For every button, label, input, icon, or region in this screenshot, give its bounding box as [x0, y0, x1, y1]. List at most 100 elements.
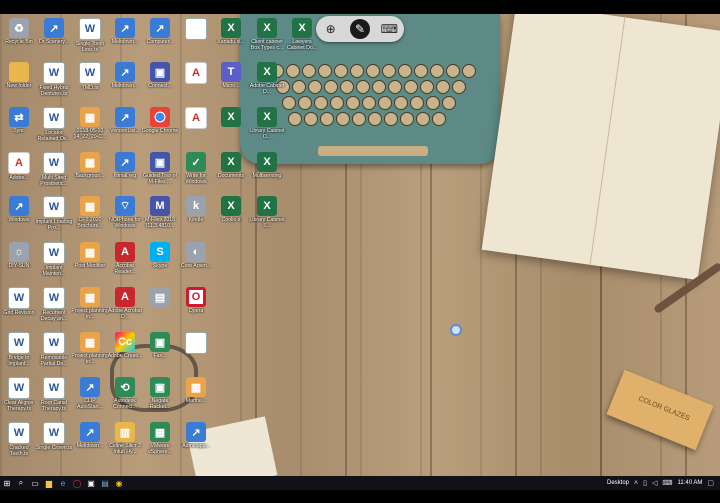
desktop-icon[interactable]: [177, 332, 215, 367]
taskbar-app-icon[interactable]: ▣: [84, 476, 98, 490]
desktop-icon[interactable]: W Root Canal Therapy.ts: [35, 377, 73, 412]
desktop-background[interactable]: COLOR GLAZES ♻ Recycle Bin ↗ Dr Scenery... W…: [0, 14, 720, 476]
desktop-icon[interactable]: A Adobe...: [0, 152, 38, 187]
file-icon: ↗: [150, 18, 170, 38]
desktop-icon[interactable]: Cc Adobe Creati...: [106, 332, 144, 365]
notifications-icon[interactable]: ▢: [707, 479, 714, 487]
language-icon[interactable]: ⌨: [662, 479, 672, 487]
desktop-icon[interactable]: ▦ 2018-05-10 14_22_20-C...: [71, 107, 109, 140]
desktop-icon[interactable]: ▦ Project planning to...: [71, 287, 109, 320]
desktop-icon[interactable]: ↗ Dr Scenery...: [35, 18, 73, 51]
desktop-icon-label: Project planning to...: [71, 308, 109, 320]
desktop-icon[interactable]: W Grid Revision: [0, 287, 38, 322]
desktop-icon[interactable]: W Implant Mainten...: [35, 242, 73, 277]
desktop-toolbar-label[interactable]: Desktop: [607, 480, 629, 486]
desktop-icon[interactable]: S Skype: [141, 242, 179, 275]
desktop-icon[interactable]: ↗ Meltdown...: [106, 62, 144, 95]
desktop-icon[interactable]: X Client cabinet Box Types c...: [248, 18, 286, 51]
desktop-icon[interactable]: ▦ Project planning to...: [71, 332, 109, 365]
desktop-icon[interactable]: A Adobe Acrobat D...: [106, 287, 144, 320]
desktop-icon[interactable]: ↗ CLIP AutoStart...: [71, 377, 109, 410]
volume-icon[interactable]: ◁: [652, 479, 657, 487]
desktop-icon[interactable]: W Locator Retained Ov...: [35, 107, 73, 142]
desktop-icon[interactable]: ↗ Windows: [0, 196, 38, 229]
overflow-chevron-icon[interactable]: ˄: [634, 480, 638, 487]
search-icon[interactable]: ⌕: [14, 476, 28, 490]
desktop-icon[interactable]: ▤: [141, 287, 179, 320]
desktop-icon[interactable]: ⟲ Autodesk Connect...: [106, 377, 144, 410]
desktop-icon-label: Xanadu.xl...: [217, 39, 245, 45]
desktop-icon[interactable]: ▥ Celine Silicr 3 Intuit Hy...: [106, 422, 144, 455]
desktop-icon[interactable]: ▦ Post Modifier: [71, 242, 109, 275]
desktop-icon[interactable]: ✓ Write for Windows: [177, 152, 215, 185]
magnifier-mode-icon[interactable]: ✎: [349, 19, 370, 39]
desktop-icon[interactable]: k Kindle: [177, 196, 215, 229]
desktop-icon[interactable]: ↗ VersionList...: [106, 107, 144, 140]
desktop-icon[interactable]: X Library Cabinet D...: [248, 107, 286, 140]
desktop-icon[interactable]: ↗ Adminapp...: [177, 422, 215, 455]
desktop-icon[interactable]: ▣ Negate Racket...: [141, 377, 179, 410]
desktop-icon[interactable]: W Implant Loading Pro...: [35, 196, 73, 231]
desktop-icon[interactable]: O Opera: [177, 287, 215, 320]
desktop-icon[interactable]: ▦ Backgroun...: [71, 152, 109, 185]
desktop-icon[interactable]: W TMD.ts: [71, 62, 109, 97]
desktop-icon[interactable]: A: [177, 107, 215, 142]
desktop-icon[interactable]: A: [177, 62, 215, 97]
desktop-icon[interactable]: W Clear Aligner Therapy.ts: [0, 377, 38, 412]
zoom-in-icon[interactable]: ⊕: [321, 19, 341, 39]
desktop-icon-label: Cracked Teeth.ts: [9, 445, 29, 457]
desktop-icon[interactable]: X Adobe Cabinet D...: [248, 62, 286, 95]
desktop-icon[interactable]: T Micro...: [212, 62, 250, 95]
edge-icon[interactable]: e: [56, 476, 70, 490]
desktop-icon[interactable]: ◐ Core Arsen...: [177, 242, 215, 275]
desktop-icon[interactable]: M M-Files 2018 (11.3.4810...: [141, 196, 179, 229]
clock[interactable]: 11:40 AM: [677, 480, 702, 486]
desktop-icon[interactable]: ▦ Marthe...: [177, 377, 215, 410]
desktop-icon[interactable]: ♻ Recycle Bin: [0, 18, 38, 51]
desktop-icon[interactable]: ▦ VMware vSphere...: [141, 422, 179, 455]
desktop-icon[interactable]: W Bridge to Implant...: [0, 332, 38, 367]
desktop-icon[interactable]: [177, 18, 215, 53]
file-icon: ▥: [115, 422, 135, 442]
desktop-icon[interactable]: X: [212, 107, 250, 140]
desktop-icon[interactable]: X Library Cabinet S...: [248, 196, 286, 229]
desktop-icon[interactable]: W Single Crown.ts: [35, 422, 73, 457]
desktop-icon[interactable]: ↗ Meltdown...: [106, 18, 144, 51]
desktop-icon[interactable]: A Acrobat Reader...: [106, 242, 144, 275]
desktop-icon[interactable]: ▣ Connect...: [141, 62, 179, 95]
desktop-icon[interactable]: W Cracked Teeth.ts: [0, 422, 38, 457]
desktop-icon[interactable]: X Multisensing: [248, 152, 286, 185]
keyboard-icon[interactable]: ⌨: [379, 19, 399, 39]
file-icon: ✓: [186, 152, 206, 172]
desktop-icon[interactable]: W Removable Partial De...: [35, 332, 73, 367]
network-icon[interactable]: ▯: [643, 479, 647, 487]
desktop-icon[interactable]: ⇄ Sync: [0, 107, 38, 140]
file-icon: Cc: [115, 332, 135, 352]
desktop-icon[interactable]: ▣ Fax...: [141, 332, 179, 365]
desktop-icon[interactable]: W Recurrent Decay an...: [35, 287, 73, 322]
desktop-icon[interactable]: X Xanadu.xl...: [212, 18, 250, 51]
desktop-icon[interactable]: X Lawyers Cabinet Do...: [283, 18, 321, 51]
desktop-icon[interactable]: ↗ Meltdown...: [71, 422, 109, 455]
desktop-icon[interactable]: ▣ Guided Tour of M-Files ...: [141, 152, 179, 185]
desktop-icon[interactable]: ↗ filmail.reg: [106, 152, 144, 185]
file-icon: W: [79, 62, 101, 84]
desktop-icon[interactable]: W Single Tooth Loss.ts: [71, 18, 109, 53]
taskbar-app-icon[interactable]: ▤: [98, 476, 112, 490]
desktop-icon[interactable]: New folder: [0, 62, 38, 95]
chrome-taskbar-icon[interactable]: ◉: [112, 476, 126, 490]
desktop-icon[interactable]: ⌔ NOIPhone for Windows: [106, 196, 144, 229]
desktop-icon-label: Meltdown...: [111, 39, 139, 45]
desktop-icon[interactable]: ☼ DIY-SUN: [0, 242, 38, 275]
desktop-icon[interactable]: X Coolio.x: [212, 196, 250, 229]
desktop-icon[interactable]: W Fixed Hybrid Dentures.ts: [35, 62, 73, 97]
desktop-icon[interactable]: W Multi Sited Prosthetic...: [35, 152, 73, 187]
file-explorer-icon[interactable]: ▆: [42, 476, 56, 490]
task-view-icon[interactable]: ▭: [28, 476, 42, 490]
desktop-icon[interactable]: Google Chrome: [141, 107, 179, 140]
desktop-icon[interactable]: X Documents: [212, 152, 250, 185]
start-button[interactable]: ⊞: [0, 476, 14, 490]
desktop-icon[interactable]: ▦ CFT 2020 Brochure...: [71, 196, 109, 229]
desktop-icon[interactable]: ↗ Computer...: [141, 18, 179, 51]
opera-taskbar-icon[interactable]: ◯: [70, 476, 84, 490]
